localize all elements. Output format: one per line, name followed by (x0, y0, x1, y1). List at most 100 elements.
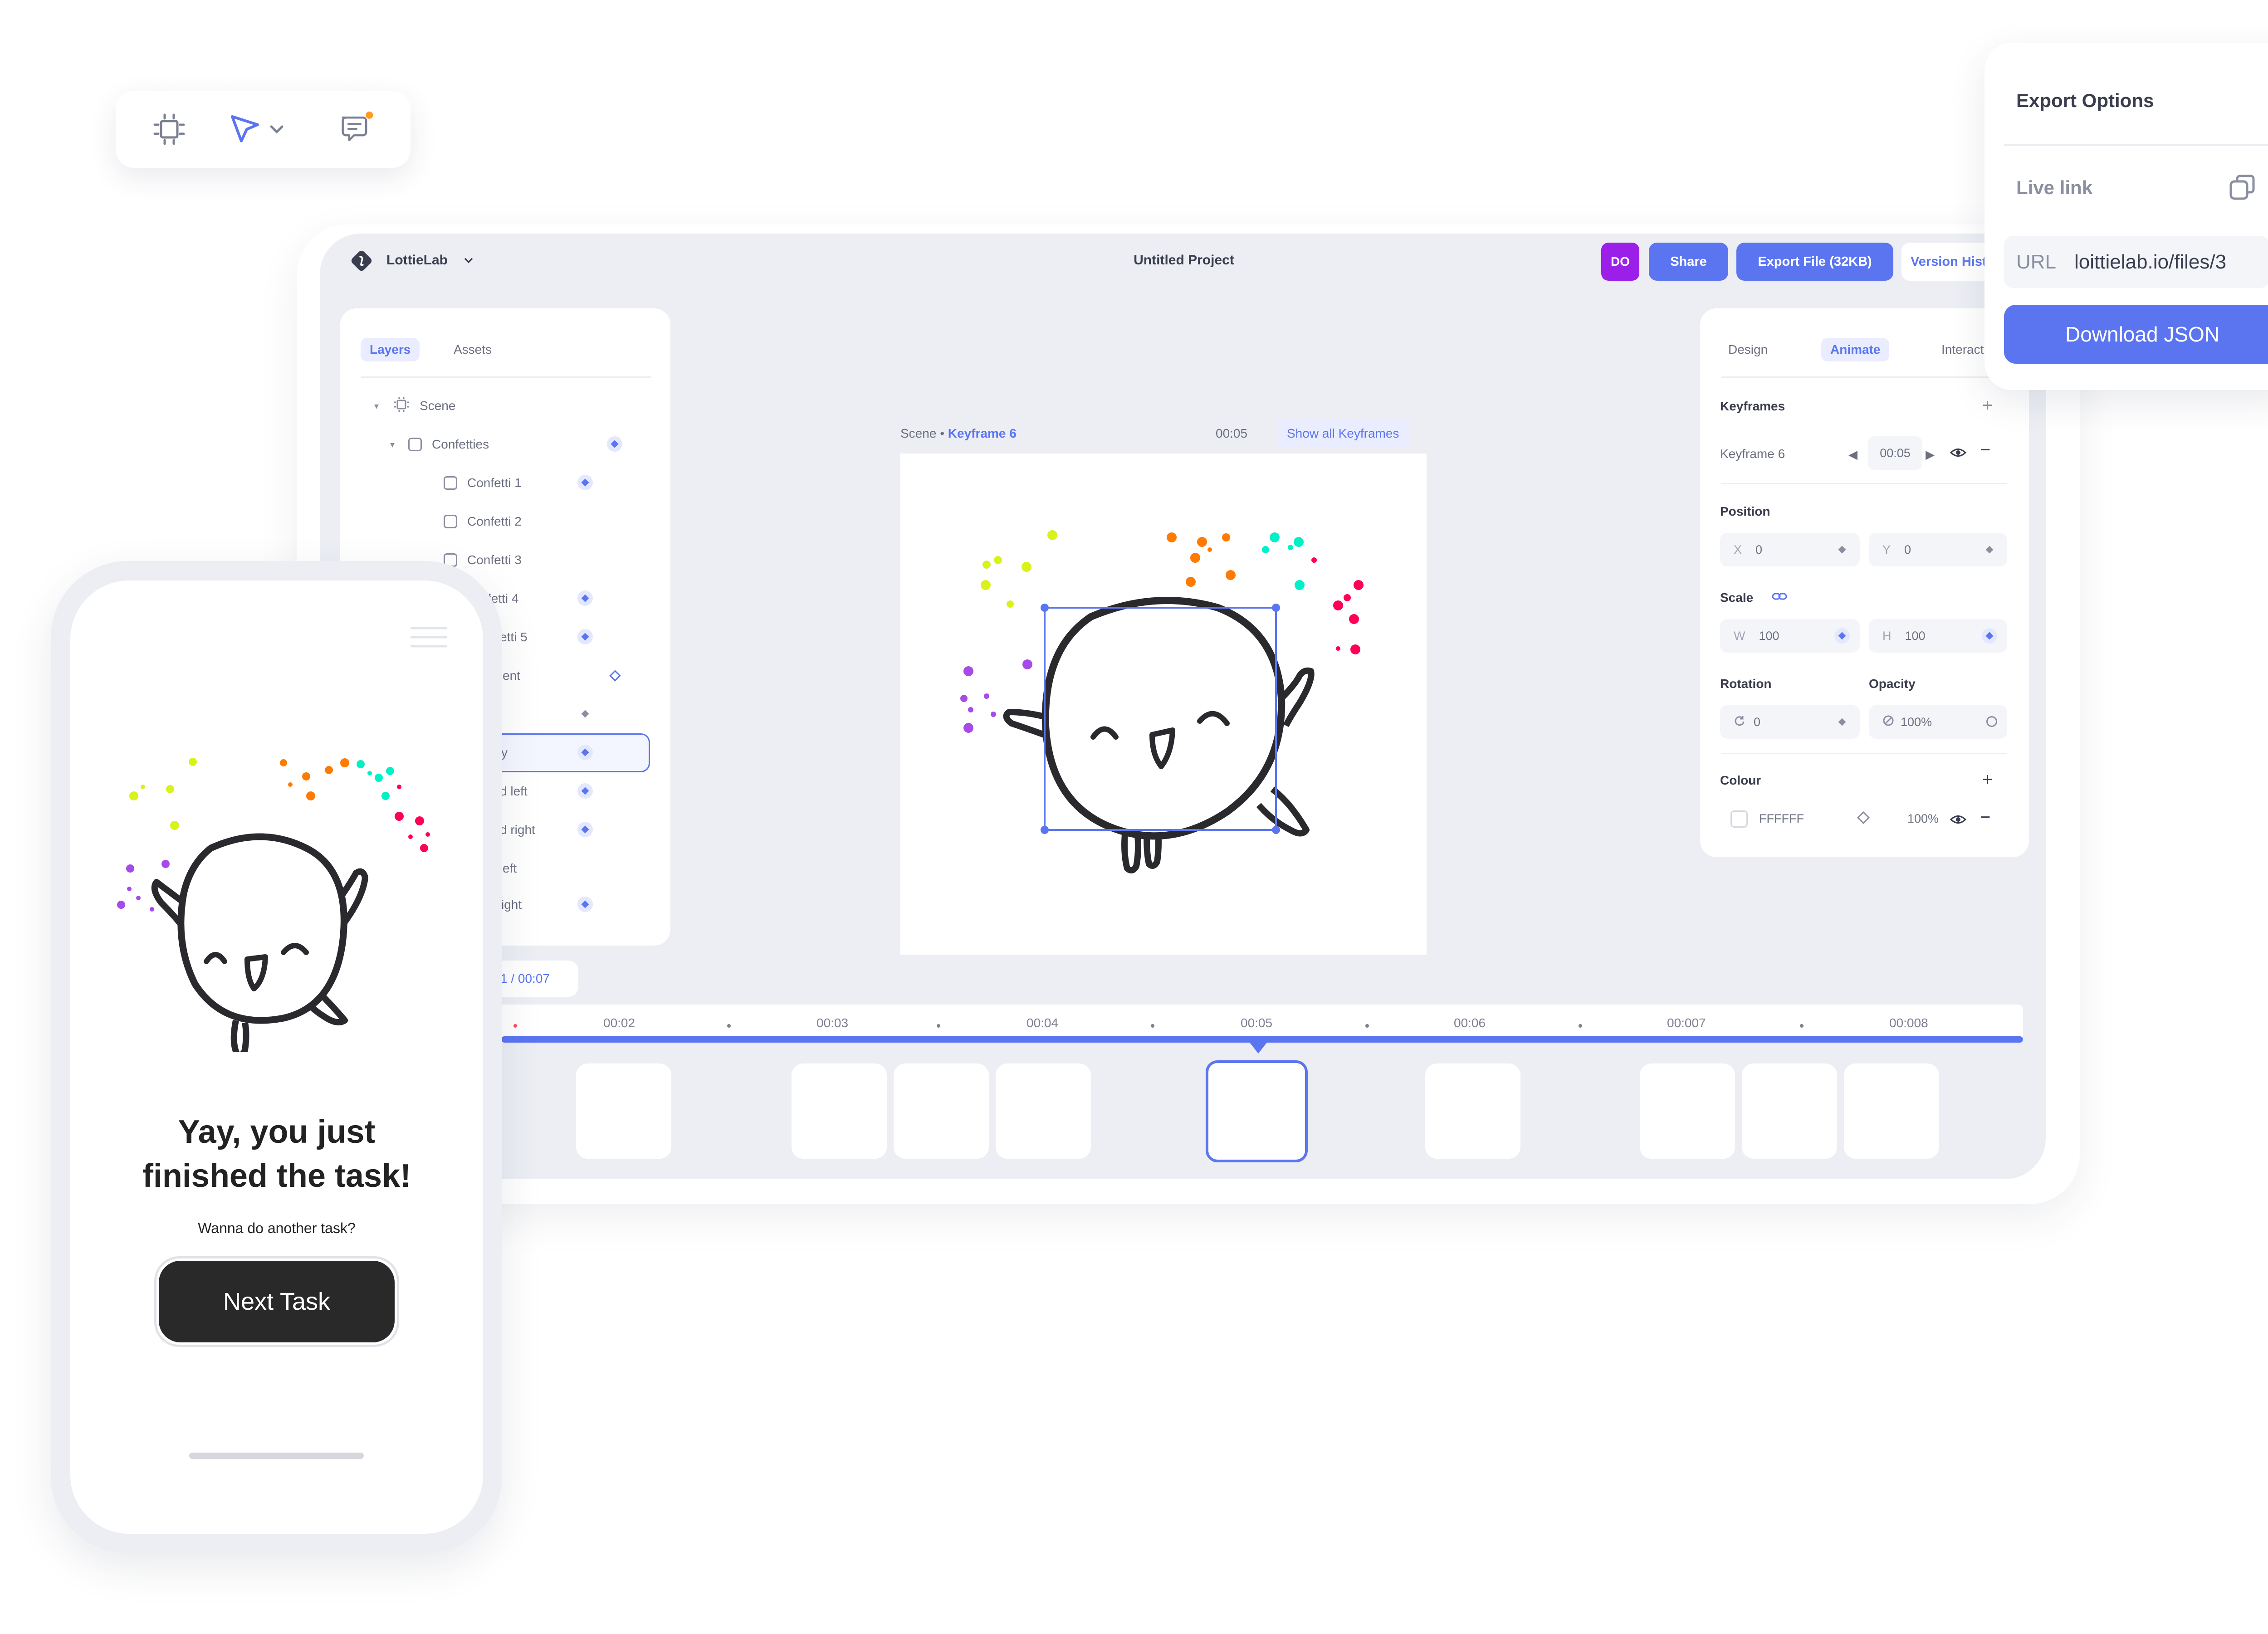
opacity-label: Opacity (1869, 677, 1916, 691)
caret-down-icon[interactable]: ▾ (390, 439, 395, 450)
chevron-down-icon[interactable] (265, 111, 288, 147)
keyframe-diamond-icon[interactable] (577, 706, 593, 722)
visibility-checkbox[interactable] (444, 476, 457, 490)
home-indicator[interactable] (189, 1453, 364, 1459)
keyframe-thumbnail[interactable] (894, 1063, 989, 1159)
frame-icon[interactable] (151, 111, 187, 147)
keyframe-thumbnail[interactable] (1844, 1063, 1939, 1159)
keyframe-diamond-icon[interactable] (1982, 628, 1997, 644)
tick-dot (727, 1024, 731, 1028)
keyframe-diamond-icon[interactable] (577, 629, 593, 644)
keyframe-diamond-icon[interactable] (577, 590, 593, 606)
keyframe-thumbnail[interactable] (1640, 1063, 1735, 1159)
live-link-label: Live link (2016, 177, 2093, 198)
keyframe-diamond-icon[interactable] (577, 822, 593, 837)
caret-down-icon[interactable]: ▾ (374, 400, 379, 412)
breadcrumb-scene[interactable]: Scene (900, 426, 936, 440)
keyframe-diamond-icon[interactable] (577, 745, 593, 760)
divider (1721, 483, 2007, 484)
opacity-icon (1882, 715, 1894, 730)
app-name[interactable]: LottieLab (386, 253, 448, 268)
layer-row-leg-right[interactable]: ight (501, 891, 522, 918)
subtitle: Wanna do another task? (198, 1220, 356, 1236)
keyframe-diamond-icon[interactable] (1834, 628, 1850, 644)
keyframe-thumbnail[interactable] (996, 1063, 1091, 1159)
next-task-button[interactable]: Next Task (159, 1261, 395, 1342)
keyframe-thumbnail[interactable] (576, 1063, 671, 1159)
playhead-marker[interactable] (1248, 1041, 1268, 1057)
layer-row-confetties[interactable]: ▾ Confetties (390, 431, 489, 458)
tab-animate[interactable]: Animate (1821, 338, 1890, 361)
keyframe-thumbnail-selected[interactable] (1206, 1060, 1308, 1162)
app-logo-icon[interactable] (349, 249, 374, 273)
layer-row-hand-left[interactable]: d left (500, 778, 528, 805)
hamburger-menu-icon[interactable] (410, 626, 447, 649)
tab-design[interactable]: Design (1719, 338, 1777, 361)
keyframe-thumbnail[interactable] (1742, 1063, 1837, 1159)
layer-row-parent[interactable]: ent (503, 662, 520, 689)
remove-colour-icon[interactable]: − (1980, 807, 1990, 828)
next-keyframe-icon[interactable]: ▶ (1926, 448, 1935, 462)
keyframe-empty-diamond-icon[interactable] (607, 668, 622, 683)
layer-row-body[interactable]: y (501, 739, 508, 766)
position-x-field[interactable]: X0 (1720, 533, 1860, 566)
layer-label: Confetti 1 (467, 476, 522, 490)
tab-assets[interactable]: Assets (445, 338, 501, 361)
keyframe-diamond-icon[interactable] (577, 475, 593, 490)
chevron-down-icon[interactable] (462, 254, 475, 268)
eye-icon[interactable] (1950, 813, 1967, 829)
pointer-icon[interactable] (227, 111, 263, 147)
opacity-field[interactable]: 100% (1869, 705, 2007, 739)
download-json-button[interactable]: Download JSON (2004, 305, 2268, 364)
layer-row-hand-right[interactable]: d right (500, 816, 535, 844)
keyframe-diamond-icon[interactable] (1834, 542, 1850, 557)
tab-layers[interactable]: Layers (361, 338, 420, 361)
copy-icon[interactable] (2227, 172, 2257, 205)
colour-alpha[interactable]: 100% (1907, 812, 1939, 826)
scale-h-field[interactable]: H 100 (1869, 619, 2007, 653)
keyframe-thumbnail[interactable] (1425, 1063, 1520, 1159)
keyframe-diamond-icon[interactable] (1982, 542, 1997, 557)
keyframe-diamond-icon[interactable] (577, 783, 593, 799)
add-colour-icon[interactable]: + (1982, 770, 1993, 790)
position-y-field[interactable]: Y0 (1869, 533, 2007, 566)
visibility-checkbox[interactable] (408, 438, 422, 451)
layer-row-confetti-2[interactable]: Confetti 2 (444, 508, 522, 535)
share-button[interactable]: Share (1649, 243, 1728, 281)
export-file-button[interactable]: Export File (32KB) (1736, 243, 1893, 281)
layer-row-confetti-5[interactable]: etti 5 (500, 624, 528, 651)
canvas-artboard[interactable] (900, 454, 1427, 955)
keyframe-name: Keyframe 6 (1720, 447, 1785, 461)
link-icon[interactable] (1771, 590, 1788, 605)
project-title[interactable]: Untitled Project (1080, 253, 1288, 268)
keyframe-diamond-icon[interactable] (1834, 714, 1850, 730)
keyframe-diamond-icon[interactable] (577, 897, 593, 912)
colour-hex[interactable]: FFFFFF (1759, 812, 1804, 826)
colour-swatch[interactable] (1730, 810, 1748, 828)
add-keyframe-icon[interactable]: + (1982, 395, 1993, 416)
avatar[interactable]: DO (1601, 243, 1639, 281)
eye-icon[interactable] (1950, 446, 1967, 462)
layer-row-scene[interactable]: ▾ Scene (374, 392, 455, 419)
show-all-keyframes-button[interactable]: Show all Keyframes (1277, 419, 1409, 448)
remove-keyframe-icon[interactable]: − (1980, 440, 1990, 460)
keyframe-thumbnail[interactable] (792, 1063, 887, 1159)
comment-icon[interactable] (338, 111, 374, 147)
keyframe-time-field[interactable]: 00:05 (1868, 436, 1922, 470)
opacity-value: 100% (1901, 715, 1932, 729)
scale-w-field[interactable]: W 100 (1720, 619, 1860, 653)
keyframe-empty-icon[interactable] (1986, 716, 1997, 727)
keyframes-title: Keyframes (1720, 399, 1785, 413)
rotation-label: Rotation (1720, 677, 1772, 691)
rotation-field[interactable]: 0 (1720, 705, 1860, 739)
layer-row-leg-left[interactable]: eft (503, 855, 517, 882)
rotate-icon (1734, 715, 1745, 730)
layer-row-confetti-1[interactable]: Confetti 1 (444, 469, 522, 497)
keyframe-diamond-icon[interactable] (607, 436, 622, 452)
layer-label: Confetti 3 (467, 553, 522, 567)
breadcrumb-keyframe[interactable]: Keyframe 6 (948, 426, 1017, 440)
prev-keyframe-icon[interactable]: ◀ (1848, 448, 1857, 462)
tick-dot (1365, 1024, 1369, 1028)
url-field[interactable]: URL loittielab.io/files/3 (2004, 236, 2268, 288)
visibility-checkbox[interactable] (444, 515, 457, 528)
